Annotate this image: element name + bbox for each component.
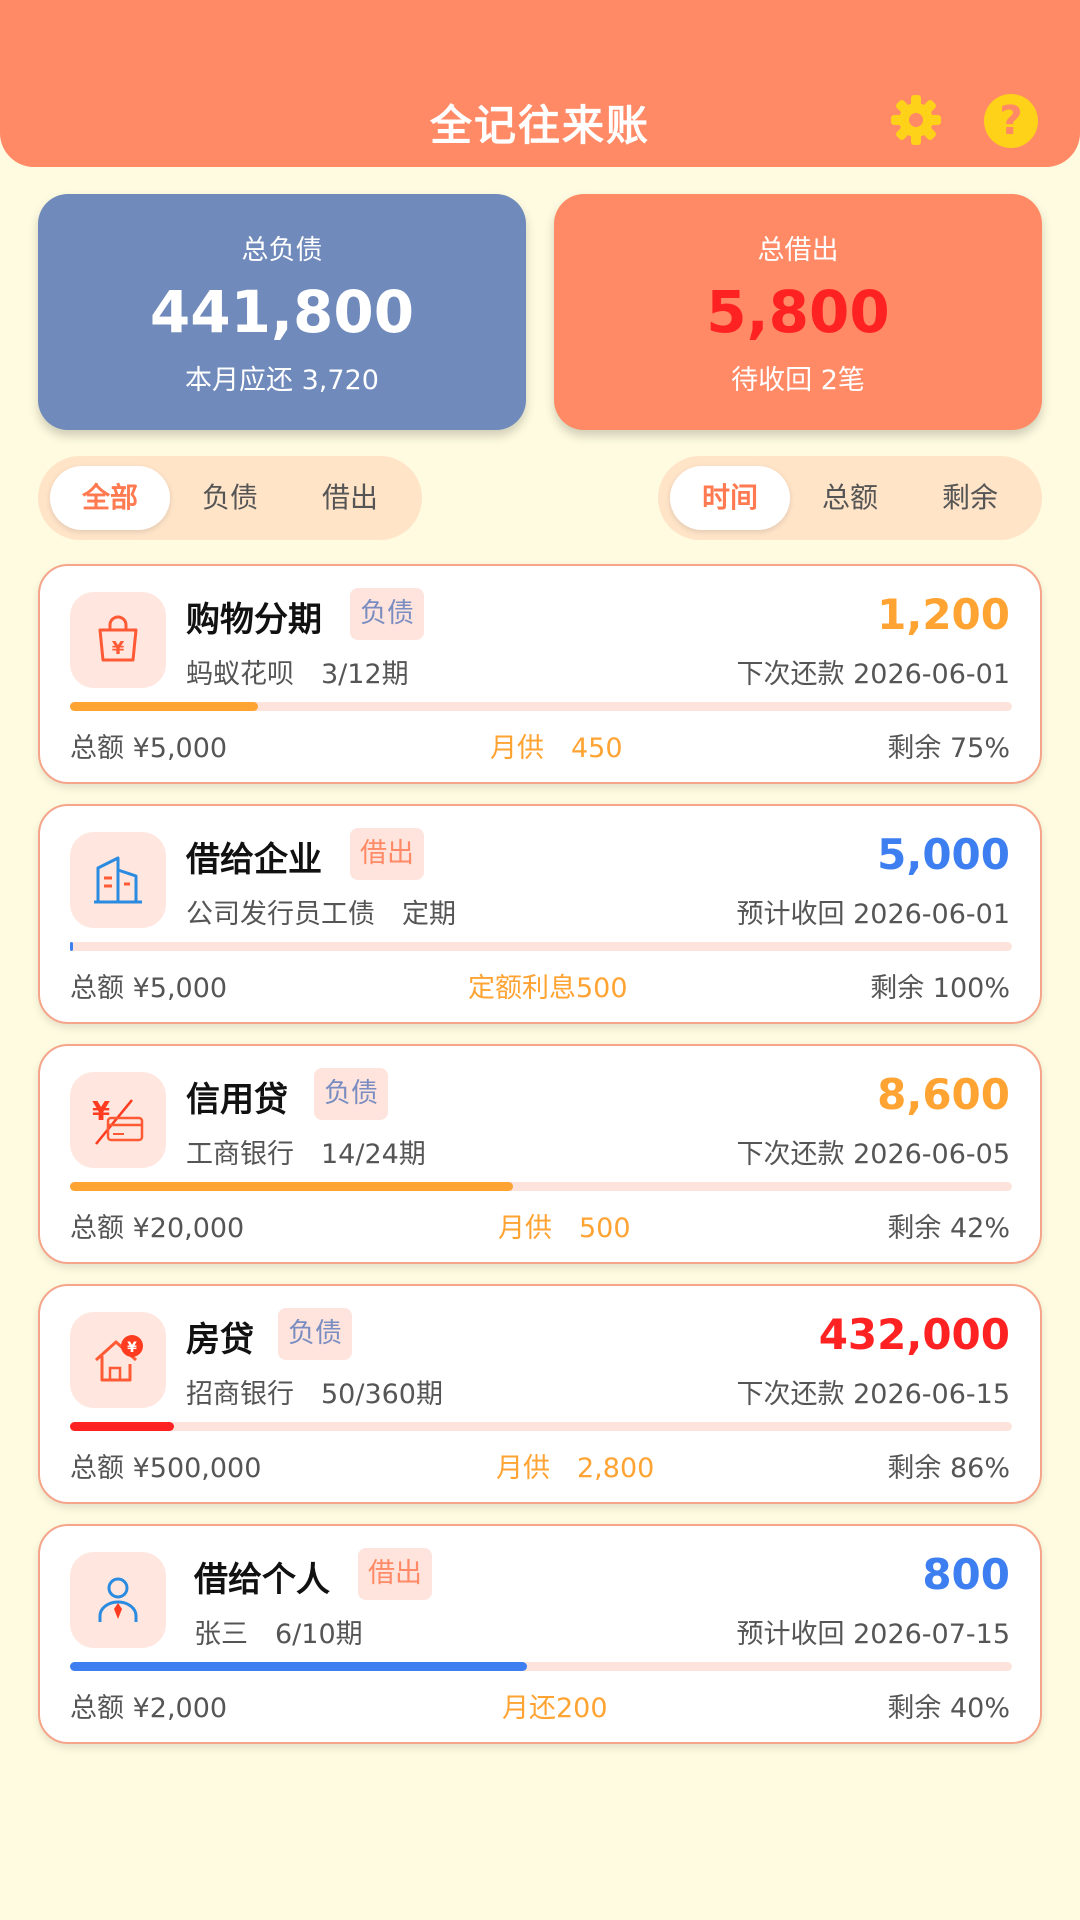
progress-fill [70, 1662, 527, 1671]
sort-remaining[interactable]: 剩余 [910, 466, 1030, 530]
type-badge: 借出 [358, 1548, 432, 1600]
list-item[interactable]: 借给个人 借出 张三 6/10期 800 预计收回 2026-07-15 总额 … [38, 1524, 1042, 1744]
item-remaining: 剩余 75% [887, 733, 1010, 764]
svg-text:¥: ¥ [112, 638, 125, 659]
total-debt-label: 总负债 [241, 235, 323, 266]
list-item[interactable]: ¥ 购物分期 负债 蚂蚁花呗 3/12期 1,200 下次还款 2026-06-… [38, 564, 1042, 784]
tab-lend[interactable]: 借出 [290, 466, 410, 530]
item-date: 预计收回 2026-06-01 [736, 899, 1011, 930]
progress-bar [70, 1182, 1012, 1191]
item-total: 总额 ¥500,000 [70, 1453, 262, 1484]
item-installment: 月供 2,800 [496, 1453, 655, 1484]
item-title: 借给企业 [186, 840, 322, 880]
sort-segment: 时间 总额 剩余 [658, 456, 1042, 540]
help-icon[interactable]: ? [984, 94, 1038, 148]
app-header: 全记往来账 ? [0, 0, 1080, 167]
item-amount: 8,600 [877, 1070, 1010, 1119]
item-date: 下次还款 2026-06-15 [736, 1379, 1011, 1410]
item-remaining: 剩余 42% [887, 1213, 1010, 1244]
total-lend-value: 5,800 [706, 278, 890, 346]
sort-total[interactable]: 总额 [790, 466, 910, 530]
item-amount: 1,200 [877, 590, 1010, 639]
item-remaining: 剩余 86% [887, 1453, 1010, 1484]
gear-icon[interactable] [890, 94, 942, 146]
item-subtitle: 蚂蚁花呗 3/12期 [186, 659, 409, 690]
sort-time[interactable]: 时间 [670, 466, 790, 530]
item-amount: 5,000 [877, 830, 1010, 879]
pending-collect: 待收回 2笔 [731, 365, 865, 396]
list-item[interactable]: ¥ 房贷 负债 招商银行 50/360期 432,000 下次还款 2026-0… [38, 1284, 1042, 1504]
item-title: 购物分期 [186, 600, 322, 640]
item-subtitle: 工商银行 14/24期 [186, 1139, 426, 1170]
item-total: 总额 ¥20,000 [70, 1213, 245, 1244]
item-title: 房贷 [186, 1320, 254, 1360]
item-total: 总额 ¥5,000 [70, 973, 228, 1004]
item-title: 借给个人 [194, 1560, 330, 1600]
progress-fill [70, 1182, 513, 1191]
item-subtitle: 公司发行员工债 定期 [186, 899, 456, 930]
item-date: 预计收回 2026-07-15 [736, 1619, 1011, 1650]
person-icon [70, 1552, 166, 1648]
list-item[interactable]: ¥ 信用贷 负债 工商银行 14/24期 8,600 下次还款 2026-06-… [38, 1044, 1042, 1264]
svg-text:¥: ¥ [127, 1340, 137, 1356]
item-total: 总额 ¥5,000 [70, 733, 228, 764]
total-lend-label: 总借出 [757, 235, 839, 266]
type-badge: 借出 [350, 828, 424, 880]
credit-card-icon: ¥ [70, 1072, 166, 1168]
item-date: 下次还款 2026-06-05 [736, 1139, 1011, 1170]
filter-segment: 全部 负债 借出 [38, 456, 422, 540]
progress-bar [70, 702, 1012, 711]
progress-fill [70, 1422, 174, 1431]
item-installment: 月供 500 [498, 1213, 631, 1244]
progress-bar [70, 1662, 1012, 1671]
item-installment: 月供 450 [490, 733, 623, 764]
item-remaining: 剩余 100% [870, 973, 1010, 1004]
house-loan-icon: ¥ [70, 1312, 166, 1408]
progress-bar [70, 942, 1012, 951]
progress-fill [70, 942, 73, 951]
item-remaining: 剩余 40% [887, 1693, 1010, 1724]
progress-fill [70, 702, 259, 711]
total-debt-card[interactable]: 总负债 441,800 本月应还 3,720 [38, 194, 526, 430]
item-subtitle: 招商银行 50/360期 [186, 1379, 443, 1410]
total-lend-card[interactable]: 总借出 5,800 待收回 2笔 [554, 194, 1042, 430]
type-badge: 负债 [350, 588, 424, 640]
total-debt-value: 441,800 [149, 278, 415, 346]
building-icon [70, 832, 166, 928]
progress-bar [70, 1422, 1012, 1431]
item-total: 总额 ¥2,000 [70, 1693, 228, 1724]
monthly-due: 本月应还 3,720 [185, 365, 379, 396]
item-subtitle: 张三 6/10期 [194, 1619, 363, 1650]
type-badge: 负债 [314, 1068, 388, 1120]
item-title: 信用贷 [186, 1080, 288, 1120]
item-amount: 800 [922, 1550, 1010, 1599]
type-badge: 负债 [278, 1308, 352, 1360]
item-date: 下次还款 2026-06-01 [736, 659, 1011, 690]
item-installment: 月还200 [502, 1693, 608, 1724]
tab-all[interactable]: 全部 [50, 466, 170, 530]
shopping-bag-icon: ¥ [70, 592, 166, 688]
tab-debt[interactable]: 负债 [170, 466, 290, 530]
list-item[interactable]: 借给企业 借出 公司发行员工债 定期 5,000 预计收回 2026-06-01… [38, 804, 1042, 1024]
item-amount: 432,000 [818, 1310, 1010, 1359]
item-interest: 定额利息500 [468, 973, 628, 1004]
